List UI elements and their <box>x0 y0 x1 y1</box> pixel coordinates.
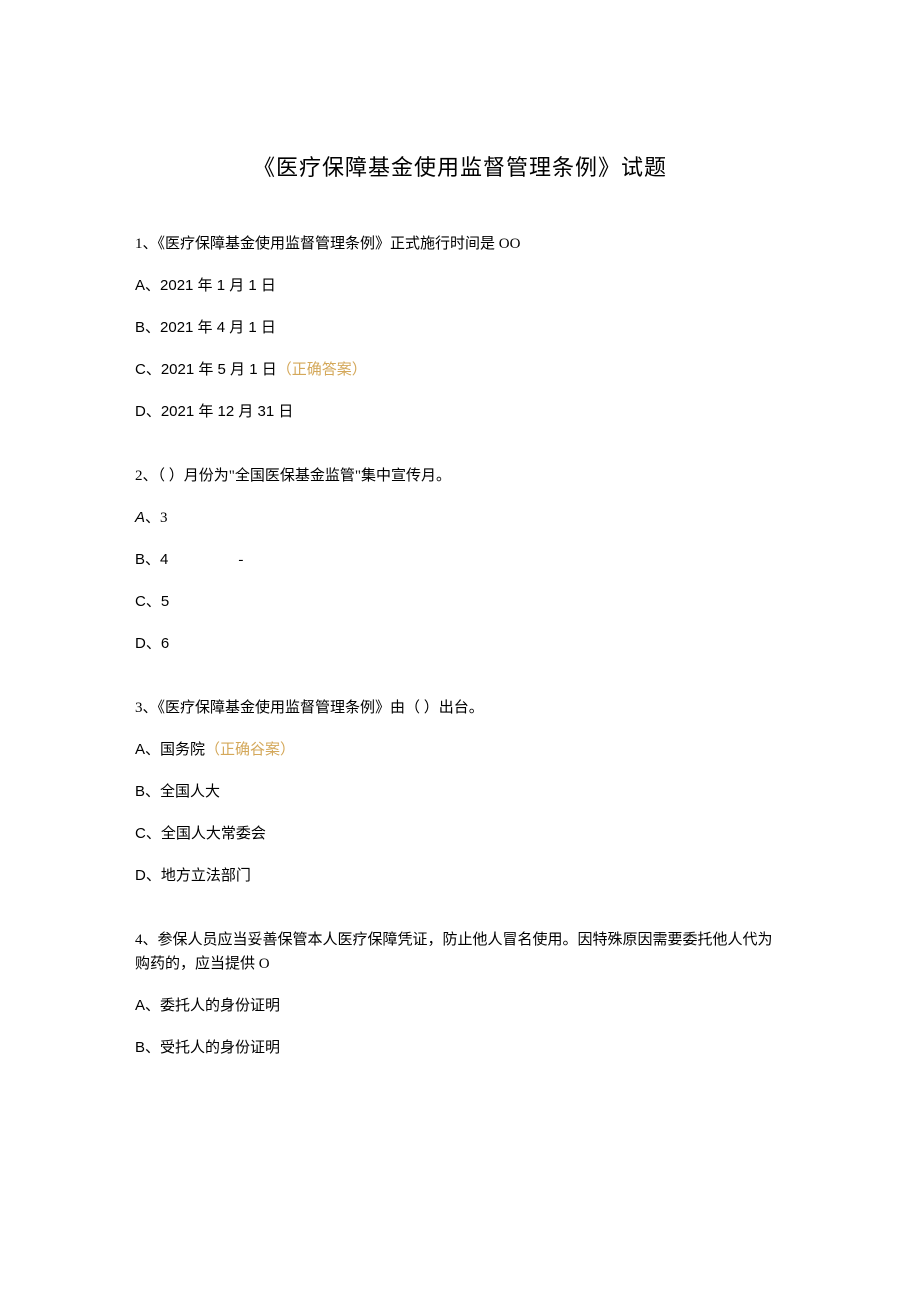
question-3: 3、《医疗保障基金使用监督管理条例》由（ ）出台。 A、国务院（正确谷案） B、… <box>135 696 785 888</box>
question-2-option-a: A、3 <box>135 506 785 530</box>
option-d-label: D、地方立法部门 <box>135 867 251 884</box>
option-b-label: B、2021 年 4 月 1 日 <box>135 319 276 336</box>
option-a-prefix: A <box>135 509 145 526</box>
question-4-text: 4、参保人员应当妥善保管本人医疗保障凭证，防止他人冒名使用。因特殊原因需要委托他… <box>135 928 785 976</box>
question-1-text: 1、《医疗保障基金使用监督管理条例》正式施行时间是 OO <box>135 232 785 256</box>
question-3-option-d: D、地方立法部门 <box>135 864 785 888</box>
question-3-option-a: A、国务院（正确谷案） <box>135 738 785 762</box>
page-title: 《医疗保障基金使用监督管理条例》试题 <box>135 150 785 182</box>
question-3-option-b: B、全国人大 <box>135 780 785 804</box>
question-4-option-a: A、委托人的身份证明 <box>135 994 785 1018</box>
question-2-option-b: B、4 - <box>135 548 785 572</box>
option-a-label: A、国务院 <box>135 741 205 758</box>
correct-answer-marker: （正确谷案） <box>205 742 295 758</box>
option-d-label: D、2021 年 12 月 31 日 <box>135 403 293 420</box>
option-b-label: B、受托人的身份证明 <box>135 1039 280 1056</box>
option-d-label: D、6 <box>135 635 169 652</box>
question-3-option-c: C、全国人大常委会 <box>135 822 785 846</box>
question-4-option-b: B、受托人的身份证明 <box>135 1036 785 1060</box>
question-2-option-d: D、6 <box>135 632 785 656</box>
correct-answer-marker: （正确答案） <box>277 362 367 378</box>
option-c-label: C、全国人大常委会 <box>135 825 266 842</box>
option-a-label: A、2021 年 1 月 1 日 <box>135 277 276 294</box>
question-3-text: 3、《医疗保障基金使用监督管理条例》由（ ）出台。 <box>135 696 785 720</box>
question-4: 4、参保人员应当妥善保管本人医疗保障凭证，防止他人冒名使用。因特殊原因需要委托他… <box>135 928 785 1060</box>
question-1-option-c: C、2021 年 5 月 1 日（正确答案） <box>135 358 785 382</box>
dash-mark: - <box>238 548 243 572</box>
option-b-label: B、4 <box>135 548 168 572</box>
option-c-label: C、5 <box>135 593 169 610</box>
question-1: 1、《医疗保障基金使用监督管理条例》正式施行时间是 OO A、2021 年 1 … <box>135 232 785 424</box>
question-2-option-c: C、5 <box>135 590 785 614</box>
option-c-label: C、2021 年 5 月 1 日 <box>135 361 277 378</box>
option-b-label: B、全国人大 <box>135 783 220 800</box>
option-a-rest: 、3 <box>145 510 168 526</box>
question-1-option-a: A、2021 年 1 月 1 日 <box>135 274 785 298</box>
question-2-text: 2、（ ）月份为"全国医保基金监管"集中宣传月。 <box>135 464 785 488</box>
option-a-label: A、委托人的身份证明 <box>135 997 280 1014</box>
question-1-option-d: D、2021 年 12 月 31 日 <box>135 400 785 424</box>
question-1-option-b: B、2021 年 4 月 1 日 <box>135 316 785 340</box>
question-2: 2、（ ）月份为"全国医保基金监管"集中宣传月。 A、3 B、4 - C、5 D、… <box>135 464 785 656</box>
